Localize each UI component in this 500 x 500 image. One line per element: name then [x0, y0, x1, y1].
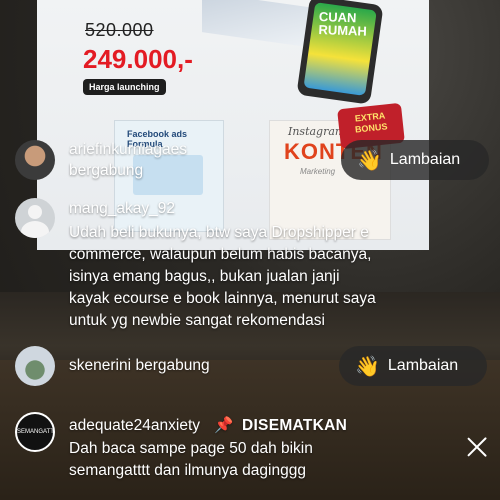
username[interactable]: ariefinkurniagaes [69, 141, 187, 159]
join-text: bergabung [135, 357, 210, 374]
close-icon[interactable] [462, 432, 492, 462]
launch-badge: Harga launching [83, 79, 166, 95]
comment-text: Udah beli bukunya, btw saya Dropshipper … [69, 222, 376, 332]
username[interactable]: mang_akay_92 [69, 200, 175, 218]
book-image [202, 0, 314, 48]
pin-icon: 📌 [214, 417, 234, 434]
avatar[interactable] [15, 346, 55, 386]
wave-button[interactable]: 👋 Lambaian [341, 140, 489, 180]
wave-icon: 👋 [355, 355, 380, 378]
comment-row: skenerini bergabung 👋 Lambaian [0, 344, 500, 390]
comment-line: Dah baca sampe page 50 dah bikin [69, 440, 313, 457]
new-price: 249.000,- [83, 44, 193, 74]
comment-row: mang_akay_92 Udah beli bukunya, btw saya… [0, 196, 500, 336]
phone-image: CUAN RUMAH [296, 0, 384, 105]
pinned-label: DISEMATKAN [241, 417, 348, 434]
pinned-header: adequate24anxiety 📌 DISEMATKAN [69, 416, 347, 435]
comment-text: Dah baca sampe page 50 dah bikin semanga… [69, 438, 313, 482]
wave-icon: 👋 [357, 149, 382, 172]
ig-book-title-1: Instagram [288, 125, 346, 138]
comment-row: ariefinkurniagaes bergabung 👋 Lambaian [0, 138, 500, 186]
username[interactable]: skenerini [69, 357, 131, 374]
old-price: 520.000 [85, 20, 154, 40]
comment-line: Udah beli bukunya, btw saya Dropshipper … [69, 224, 369, 241]
join-text: bergabung [69, 162, 144, 179]
username[interactable]: adequate24anxiety [69, 417, 200, 434]
join-line: skenerini bergabung [69, 357, 210, 375]
comment-line: kayak ecourse e book lainnya, menurut sa… [69, 290, 376, 307]
phone-text: CUAN RUMAH [318, 9, 368, 39]
comment-line: untuk yg newbie sangat rekomendasi [69, 312, 325, 329]
avatar[interactable] [15, 198, 55, 238]
avatar[interactable] [15, 140, 55, 180]
avatar[interactable]: SEMANGATTTT [15, 412, 55, 452]
wave-button-label: Lambaian [389, 151, 461, 168]
comment-line: isinya emang bagus,, bukan jualan janji [69, 268, 340, 285]
comment-line: semangatttt dan ilmunya daginggg [69, 462, 306, 479]
pinned-comment: SEMANGATTTT adequate24anxiety 📌 DISEMATK… [0, 410, 500, 490]
wave-button-label: Lambaian [387, 357, 459, 374]
comment-line: commerce, walaupun belum habis bacanya, [69, 246, 372, 263]
wave-button[interactable]: 👋 Lambaian [339, 346, 487, 386]
